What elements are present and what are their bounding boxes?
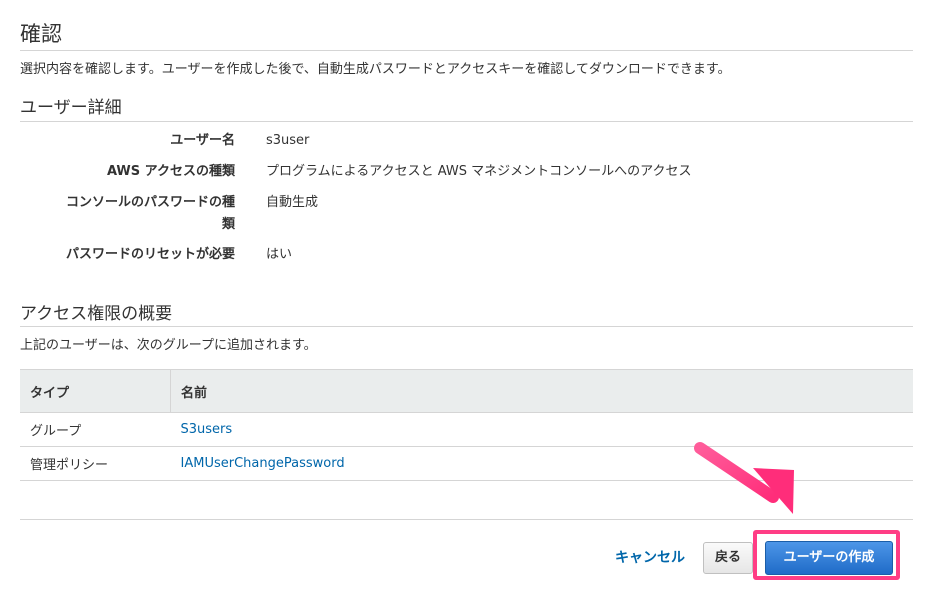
cancel-button[interactable]: キャンセル: [615, 547, 685, 567]
create-user-button[interactable]: ユーザーの作成: [765, 541, 893, 575]
annotation-arrow-icon: [694, 442, 794, 514]
back-button[interactable]: 戻る: [703, 542, 753, 574]
